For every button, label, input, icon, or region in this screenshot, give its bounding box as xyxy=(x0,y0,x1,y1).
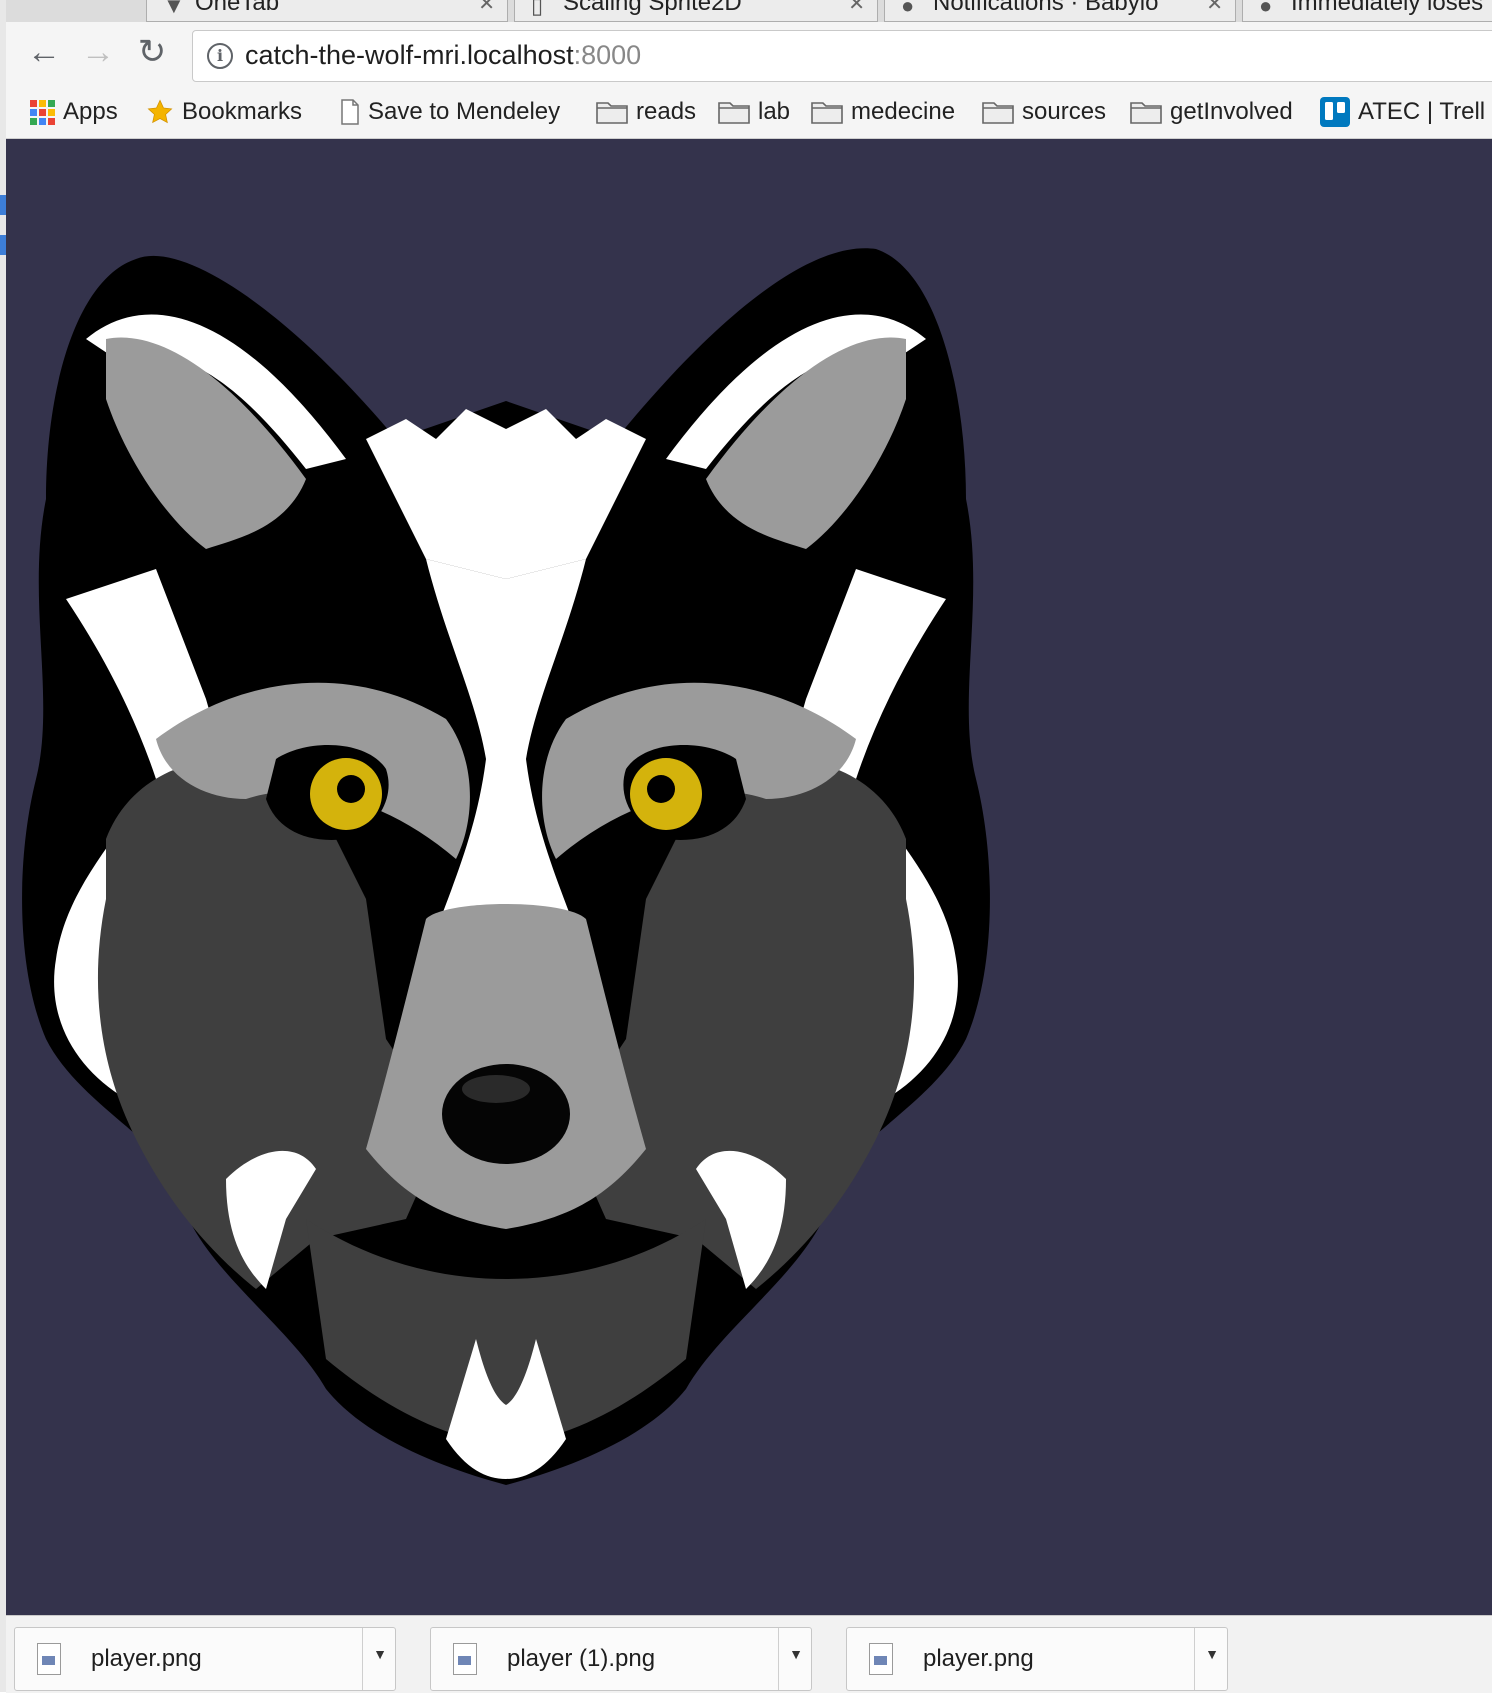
download-item[interactable]: player.png ▼ xyxy=(14,1627,396,1691)
page-icon xyxy=(340,99,360,125)
folder-icon xyxy=(811,100,843,124)
bookmark-folder-medecine[interactable]: medecine xyxy=(811,96,955,128)
download-shelf: player.png ▼ player (1).png ▼ player.png… xyxy=(6,1615,1492,1693)
tab-onetab[interactable]: ▼ OneTab ✕ xyxy=(146,0,508,22)
nose-highlight xyxy=(462,1075,530,1103)
bookmark-folder-sources[interactable]: sources xyxy=(982,96,1106,128)
left-eye-pupil xyxy=(337,775,365,803)
github-icon: ● xyxy=(1259,0,1273,18)
download-item[interactable]: player (1).png ▼ xyxy=(430,1627,812,1691)
bookmark-bookmarks[interactable]: Bookmarks xyxy=(146,96,302,128)
close-icon[interactable]: ✕ xyxy=(1206,0,1223,16)
bookmark-label: reads xyxy=(636,98,697,125)
trello-icon xyxy=(1320,97,1350,127)
arrow-left-icon: ← xyxy=(27,32,61,71)
bookmark-folder-reads[interactable]: reads xyxy=(596,96,696,128)
tab-immediately-loses[interactable]: ● Immediately loses xyxy=(1242,0,1492,22)
star-icon xyxy=(146,98,174,126)
bookmark-folder-lab[interactable]: lab xyxy=(718,96,790,128)
arrow-right-icon: → xyxy=(81,32,115,71)
info-icon[interactable]: i xyxy=(207,43,233,69)
url-text[interactable]: catch-the-wolf-mri.localhost:8000 xyxy=(245,40,641,71)
close-icon[interactable]: ✕ xyxy=(478,0,495,16)
close-icon[interactable]: ✕ xyxy=(848,0,865,16)
tab-title: OneTab xyxy=(195,0,280,16)
chevron-down-icon[interactable]: ▼ xyxy=(789,1646,803,1662)
tab-title: Immediately loses xyxy=(1291,0,1484,16)
tab-scaling-sprite2d[interactable]: ▯ Scaling Sprite2D ✕ xyxy=(514,0,878,22)
chevron-down-icon[interactable]: ▼ xyxy=(373,1646,387,1662)
bookmark-folder-getinvolved[interactable]: getInvolved xyxy=(1130,96,1293,128)
tab-title: Notifications · Babylo xyxy=(933,0,1159,16)
onetab-icon: ▼ xyxy=(163,0,185,18)
github-icon: ● xyxy=(901,0,915,18)
png-file-icon xyxy=(869,1643,893,1675)
download-item[interactable]: player.png ▼ xyxy=(846,1627,1228,1691)
divider xyxy=(362,1628,363,1690)
forward-button[interactable]: → xyxy=(78,32,118,72)
folder-icon xyxy=(718,100,750,124)
bookmark-label: medecine xyxy=(851,98,956,125)
bookmarks-bar: Apps Bookmarks Save to Mendeley reads la… xyxy=(6,86,1492,139)
png-file-icon xyxy=(453,1643,477,1675)
bookmark-label: lab xyxy=(758,98,791,125)
wolf-head-illustration xyxy=(22,248,990,1485)
download-filename: player (1).png xyxy=(507,1645,656,1672)
png-file-icon xyxy=(37,1643,61,1675)
back-button[interactable]: ← xyxy=(24,32,64,72)
apps-grid-icon xyxy=(30,99,55,125)
folder-icon xyxy=(982,100,1014,124)
reload-button[interactable]: ↻ xyxy=(132,32,172,72)
tab-notifications[interactable]: ● Notifications · Babylo ✕ xyxy=(884,0,1236,22)
divider xyxy=(1194,1628,1195,1690)
address-bar[interactable]: i catch-the-wolf-mri.localhost:8000 xyxy=(192,30,1492,82)
browser-toolbar: ← → ↻ i catch-the-wolf-mri.localhost:800… xyxy=(6,22,1492,86)
chevron-down-icon[interactable]: ▼ xyxy=(1205,1646,1219,1662)
folder-icon xyxy=(596,100,628,124)
bookmark-label: Bookmarks xyxy=(182,98,303,125)
reload-icon: ↻ xyxy=(137,33,167,71)
bookmark-label: Save to Mendeley xyxy=(368,98,561,125)
download-filename: player.png xyxy=(923,1645,1034,1672)
url-port: :8000 xyxy=(573,40,642,70)
divider xyxy=(778,1628,779,1690)
download-filename: player.png xyxy=(91,1645,202,1672)
bookmark-label: getInvolved xyxy=(1170,98,1293,125)
page-icon: ▯ xyxy=(531,0,544,18)
bookmark-apps[interactable]: Apps xyxy=(30,96,118,128)
bookmark-atec-trello[interactable]: ATEC | Trell xyxy=(1320,96,1485,128)
bookmark-save-to-mendeley[interactable]: Save to Mendeley xyxy=(340,96,560,128)
folder-icon xyxy=(1130,100,1162,124)
page-content xyxy=(6,139,1492,1615)
tab-strip: ▼ OneTab ✕ ▯ Scaling Sprite2D ✕ ● Notifi… xyxy=(6,0,1492,23)
bookmark-label: Apps xyxy=(63,98,118,125)
url-host: catch-the-wolf-mri.localhost xyxy=(245,40,574,70)
bookmark-label: ATEC | Trell xyxy=(1358,98,1486,125)
right-eye-pupil xyxy=(647,775,675,803)
tab-title: Scaling Sprite2D xyxy=(563,0,742,16)
bookmark-label: sources xyxy=(1022,98,1107,125)
